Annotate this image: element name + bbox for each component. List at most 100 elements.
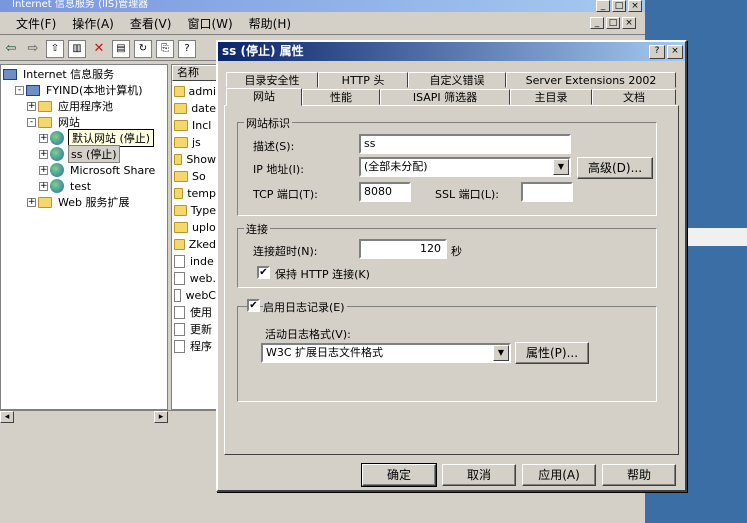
mdi-close-button[interactable]: × xyxy=(622,17,636,29)
tab-website[interactable]: 网站 xyxy=(226,88,302,106)
forward-arrow-icon[interactable]: ⇨ xyxy=(24,40,42,58)
tab-directory-security[interactable]: 目录安全性 xyxy=(226,72,318,88)
tree-node[interactable]: + ss (停止) xyxy=(39,145,120,163)
list-item[interactable]: Zked xyxy=(174,236,216,252)
expand-icon[interactable]: + xyxy=(27,101,36,111)
list-item[interactable]: So xyxy=(174,168,216,184)
list-item[interactable]: 更新 xyxy=(174,321,216,337)
list-item[interactable]: webC xyxy=(174,287,216,303)
tab-documents[interactable]: 文档 xyxy=(592,89,676,105)
show-tree-icon[interactable]: ▥ xyxy=(68,39,86,58)
tcp-port-input[interactable]: 8080 xyxy=(359,182,411,202)
ssl-port-label: SSL 端口(L): xyxy=(435,188,500,201)
list-item-label: uplo xyxy=(192,220,216,234)
tab-performance[interactable]: 性能 xyxy=(302,89,380,105)
list-item[interactable]: temp xyxy=(174,185,216,201)
folder-icon xyxy=(174,204,187,216)
list-item[interactable]: admi xyxy=(174,83,216,99)
tree-node-label: Web 服务扩展 xyxy=(58,196,130,209)
expand-icon[interactable]: + xyxy=(39,181,48,191)
list-item[interactable]: js xyxy=(174,134,216,150)
help-button[interactable]: 帮助 xyxy=(602,464,676,486)
list-item[interactable]: 程序 xyxy=(174,338,216,354)
help-icon[interactable]: ? xyxy=(178,39,196,58)
keep-alive-checkbox[interactable]: ✔ xyxy=(257,266,270,279)
dialog-help-button[interactable]: ? xyxy=(649,45,665,59)
tab-home-directory[interactable]: 主目录 xyxy=(510,89,592,105)
maximize-button[interactable]: □ xyxy=(612,0,626,12)
description-input[interactable]: ss xyxy=(359,134,571,154)
ip-address-value: (全部未分配) xyxy=(364,160,428,173)
list-item[interactable]: 使用 xyxy=(174,304,216,320)
back-arrow-icon[interactable]: ⇦ xyxy=(2,40,20,58)
list-item[interactable]: web. xyxy=(174,270,216,286)
expand-icon[interactable]: + xyxy=(39,165,48,175)
log-format-label: 活动日志格式(V): xyxy=(265,328,351,341)
log-properties-button[interactable]: 属性(P)... xyxy=(515,342,589,364)
ip-address-dropdown[interactable]: (全部未分配) ▼ xyxy=(359,157,571,177)
tree-node[interactable]: - 网站 xyxy=(27,114,82,130)
apply-button[interactable]: 应用(A) xyxy=(522,464,596,486)
advanced-button[interactable]: 高级(D)... xyxy=(577,157,653,179)
collapse-icon[interactable]: - xyxy=(15,85,24,95)
file-icon xyxy=(174,288,181,302)
chevron-down-icon[interactable]: ▼ xyxy=(493,345,509,361)
ok-button[interactable]: 确定 xyxy=(361,463,437,487)
tree-node[interactable]: Internet 信息服务 xyxy=(3,66,116,82)
enable-logging-checkbox[interactable]: ✔ xyxy=(247,299,260,312)
mdi-maximize-button[interactable]: □ xyxy=(606,17,620,29)
menu-file[interactable]: 文件(F) xyxy=(16,15,56,32)
menu-action[interactable]: 操作(A) xyxy=(72,15,114,32)
delete-icon[interactable]: ✕ xyxy=(90,40,108,58)
connection-timeout-input[interactable]: 120 xyxy=(359,239,447,259)
tab-custom-errors[interactable]: 自定义错误 xyxy=(408,72,506,88)
folder-icon xyxy=(38,196,52,208)
list-item-label: date xyxy=(191,101,216,115)
list-item[interactable]: Show xyxy=(174,151,216,167)
tab-server-extensions[interactable]: Server Extensions 2002 xyxy=(506,72,676,88)
chevron-down-icon[interactable]: ▼ xyxy=(553,159,569,175)
collapse-icon[interactable]: - xyxy=(27,117,36,127)
tree-node[interactable]: + 应用程序池 xyxy=(27,98,115,114)
list-item[interactable]: date xyxy=(174,100,216,116)
tree-node[interactable]: + Web 服务扩展 xyxy=(27,194,131,210)
tree-node[interactable]: + Microsoft Share xyxy=(39,162,157,178)
ssl-port-input[interactable] xyxy=(521,182,573,202)
minimize-button[interactable]: _ xyxy=(596,0,610,12)
scroll-left-icon[interactable]: ◂ xyxy=(0,411,14,423)
tree-node[interactable]: - FYIND(本地计算机) xyxy=(15,82,145,98)
expand-icon[interactable]: + xyxy=(27,197,36,207)
tree-node[interactable]: + 默认网站 (停止) xyxy=(39,129,155,147)
refresh-icon[interactable]: ↻ xyxy=(134,39,152,58)
expand-icon[interactable]: + xyxy=(39,149,48,159)
menu-window[interactable]: 窗口(W) xyxy=(187,15,232,32)
keep-alive-label: 保持 HTTP 连接(K) xyxy=(275,268,370,281)
list-item[interactable]: inde xyxy=(174,253,216,269)
menu-help[interactable]: 帮助(H) xyxy=(249,15,291,32)
scroll-right-icon[interactable]: ▸ xyxy=(154,411,168,423)
file-icon xyxy=(174,322,185,336)
tree-node-label: ss (停止) xyxy=(68,145,120,163)
mdi-minimize-button[interactable]: _ xyxy=(590,17,604,29)
list-item[interactable]: uplo xyxy=(174,219,216,235)
close-button[interactable]: × xyxy=(628,0,642,12)
timeout-unit-label: 秒 xyxy=(451,245,462,258)
dialog-close-button[interactable]: × xyxy=(667,45,683,59)
properties-icon[interactable]: ▤ xyxy=(112,39,130,58)
list-item[interactable]: Type xyxy=(174,202,216,218)
folder-icon xyxy=(38,116,52,128)
log-format-dropdown[interactable]: W3C 扩展日志文件格式 ▼ xyxy=(261,343,511,363)
dialog-title-bar: ss (停止) 属性 xyxy=(218,42,685,61)
up-folder-icon[interactable]: ⇧ xyxy=(46,39,64,58)
folder-icon xyxy=(174,170,188,182)
expand-icon[interactable]: + xyxy=(39,133,48,143)
tab-isapi-filters[interactable]: ISAPI 筛选器 xyxy=(380,89,510,105)
menu-view[interactable]: 查看(V) xyxy=(130,15,172,32)
tree-node-label: Microsoft Share xyxy=(70,163,156,177)
cancel-button[interactable]: 取消 xyxy=(442,464,516,486)
folder-icon xyxy=(38,100,52,112)
tree-node[interactable]: + test xyxy=(39,178,93,194)
export-list-icon[interactable]: ⎘ xyxy=(156,39,174,58)
list-item[interactable]: Incl xyxy=(174,117,216,133)
tab-http-headers[interactable]: HTTP 头 xyxy=(318,72,408,88)
